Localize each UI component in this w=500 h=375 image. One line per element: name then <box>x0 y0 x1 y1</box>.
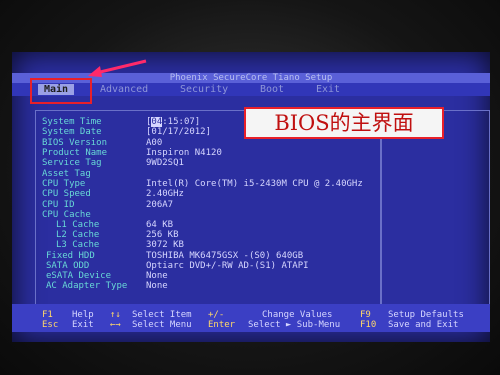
system-time-label: System Time <box>42 117 102 127</box>
change-values-desc: Change Values <box>262 310 333 320</box>
key-f9: F9 <box>360 310 371 320</box>
service-tag-label: Service Tag <box>42 158 102 168</box>
cpu-id-label: CPU ID <box>42 200 75 210</box>
esata-device-value: None <box>146 271 168 281</box>
item-help-panel <box>380 110 490 305</box>
sata-odd-label: SATA ODD <box>46 261 90 271</box>
key-f1: F1 <box>42 310 53 320</box>
key-esc: Esc <box>42 320 59 330</box>
cpu-id-value: 206A7 <box>146 200 174 210</box>
select-item-desc: Select Item <box>132 310 192 320</box>
annotation-label: BIOS的主界面 <box>244 107 444 139</box>
main-tab-highlight <box>30 78 92 104</box>
key-plus-minus: +/- <box>208 310 225 320</box>
sata-odd-value: Optiarc DVD+/-RW AD-(S1) ATAPI <box>146 261 309 271</box>
select-menu-desc: Select Menu <box>132 320 192 330</box>
ac-adapter-type-value: None <box>146 281 168 291</box>
tab-exit[interactable]: Exit <box>316 84 340 95</box>
tab-security[interactable]: Security <box>180 84 228 95</box>
arrow-icon <box>88 59 147 77</box>
fixed-hdd-value: TOSHIBA MK6475GSX -(S0) 640GB <box>146 251 304 261</box>
system-time-value[interactable]: [04:15:07] <box>146 117 200 127</box>
key-left-right: ←→ <box>110 320 121 330</box>
help-desc: Help <box>72 310 94 320</box>
select-submenu-desc: Select ► Sub-Menu <box>248 320 341 330</box>
key-enter: Enter <box>208 320 236 330</box>
bios-version-label: BIOS Version <box>42 138 108 148</box>
product-name-value: Inspiron N4120 <box>146 148 222 158</box>
cpu-cache-label: CPU Cache <box>42 210 91 220</box>
key-up-down: ↑↓ <box>110 310 121 320</box>
esata-device-label: eSATA Device <box>46 271 112 281</box>
l3-cache-value: 3072 KB <box>146 240 184 250</box>
key-f10: F10 <box>360 320 377 330</box>
l2-cache-label: L2 Cache <box>56 230 100 240</box>
cpu-type-label: CPU Type <box>42 179 86 189</box>
product-name-label: Product Name <box>42 148 108 158</box>
ac-adapter-type-label: AC Adapter Type <box>46 281 128 291</box>
setup-defaults-desc: Setup Defaults <box>388 310 464 320</box>
system-time-cursor[interactable]: 04 <box>151 117 163 127</box>
cpu-type-value: Intel(R) Core(TM) i5-2430M CPU @ 2.40GHz <box>146 179 363 189</box>
service-tag-value: 9WD2SQ1 <box>146 158 184 168</box>
save-exit-desc: Save and Exit <box>388 320 459 330</box>
cpu-speed-value: 2.40GHz <box>146 189 184 199</box>
cpu-speed-label: CPU Speed <box>42 189 91 199</box>
bios-version-value: A00 <box>146 138 163 148</box>
exit-desc: Exit <box>72 320 94 330</box>
l3-cache-label: L3 Cache <box>56 240 100 250</box>
system-time-rest: :15:07] <box>162 117 201 127</box>
system-date-label: System Date <box>42 127 102 137</box>
system-date-value[interactable]: [01/17/2012] <box>146 127 211 137</box>
tab-boot[interactable]: Boot <box>260 84 284 95</box>
asset-tag-label: Asset Tag <box>42 169 91 179</box>
l2-cache-value: 256 KB <box>146 230 179 240</box>
l1-cache-label: L1 Cache <box>56 220 100 230</box>
l1-cache-value: 64 KB <box>146 220 174 230</box>
fixed-hdd-label: Fixed HDD <box>46 251 95 261</box>
tab-advanced[interactable]: Advanced <box>100 84 148 95</box>
